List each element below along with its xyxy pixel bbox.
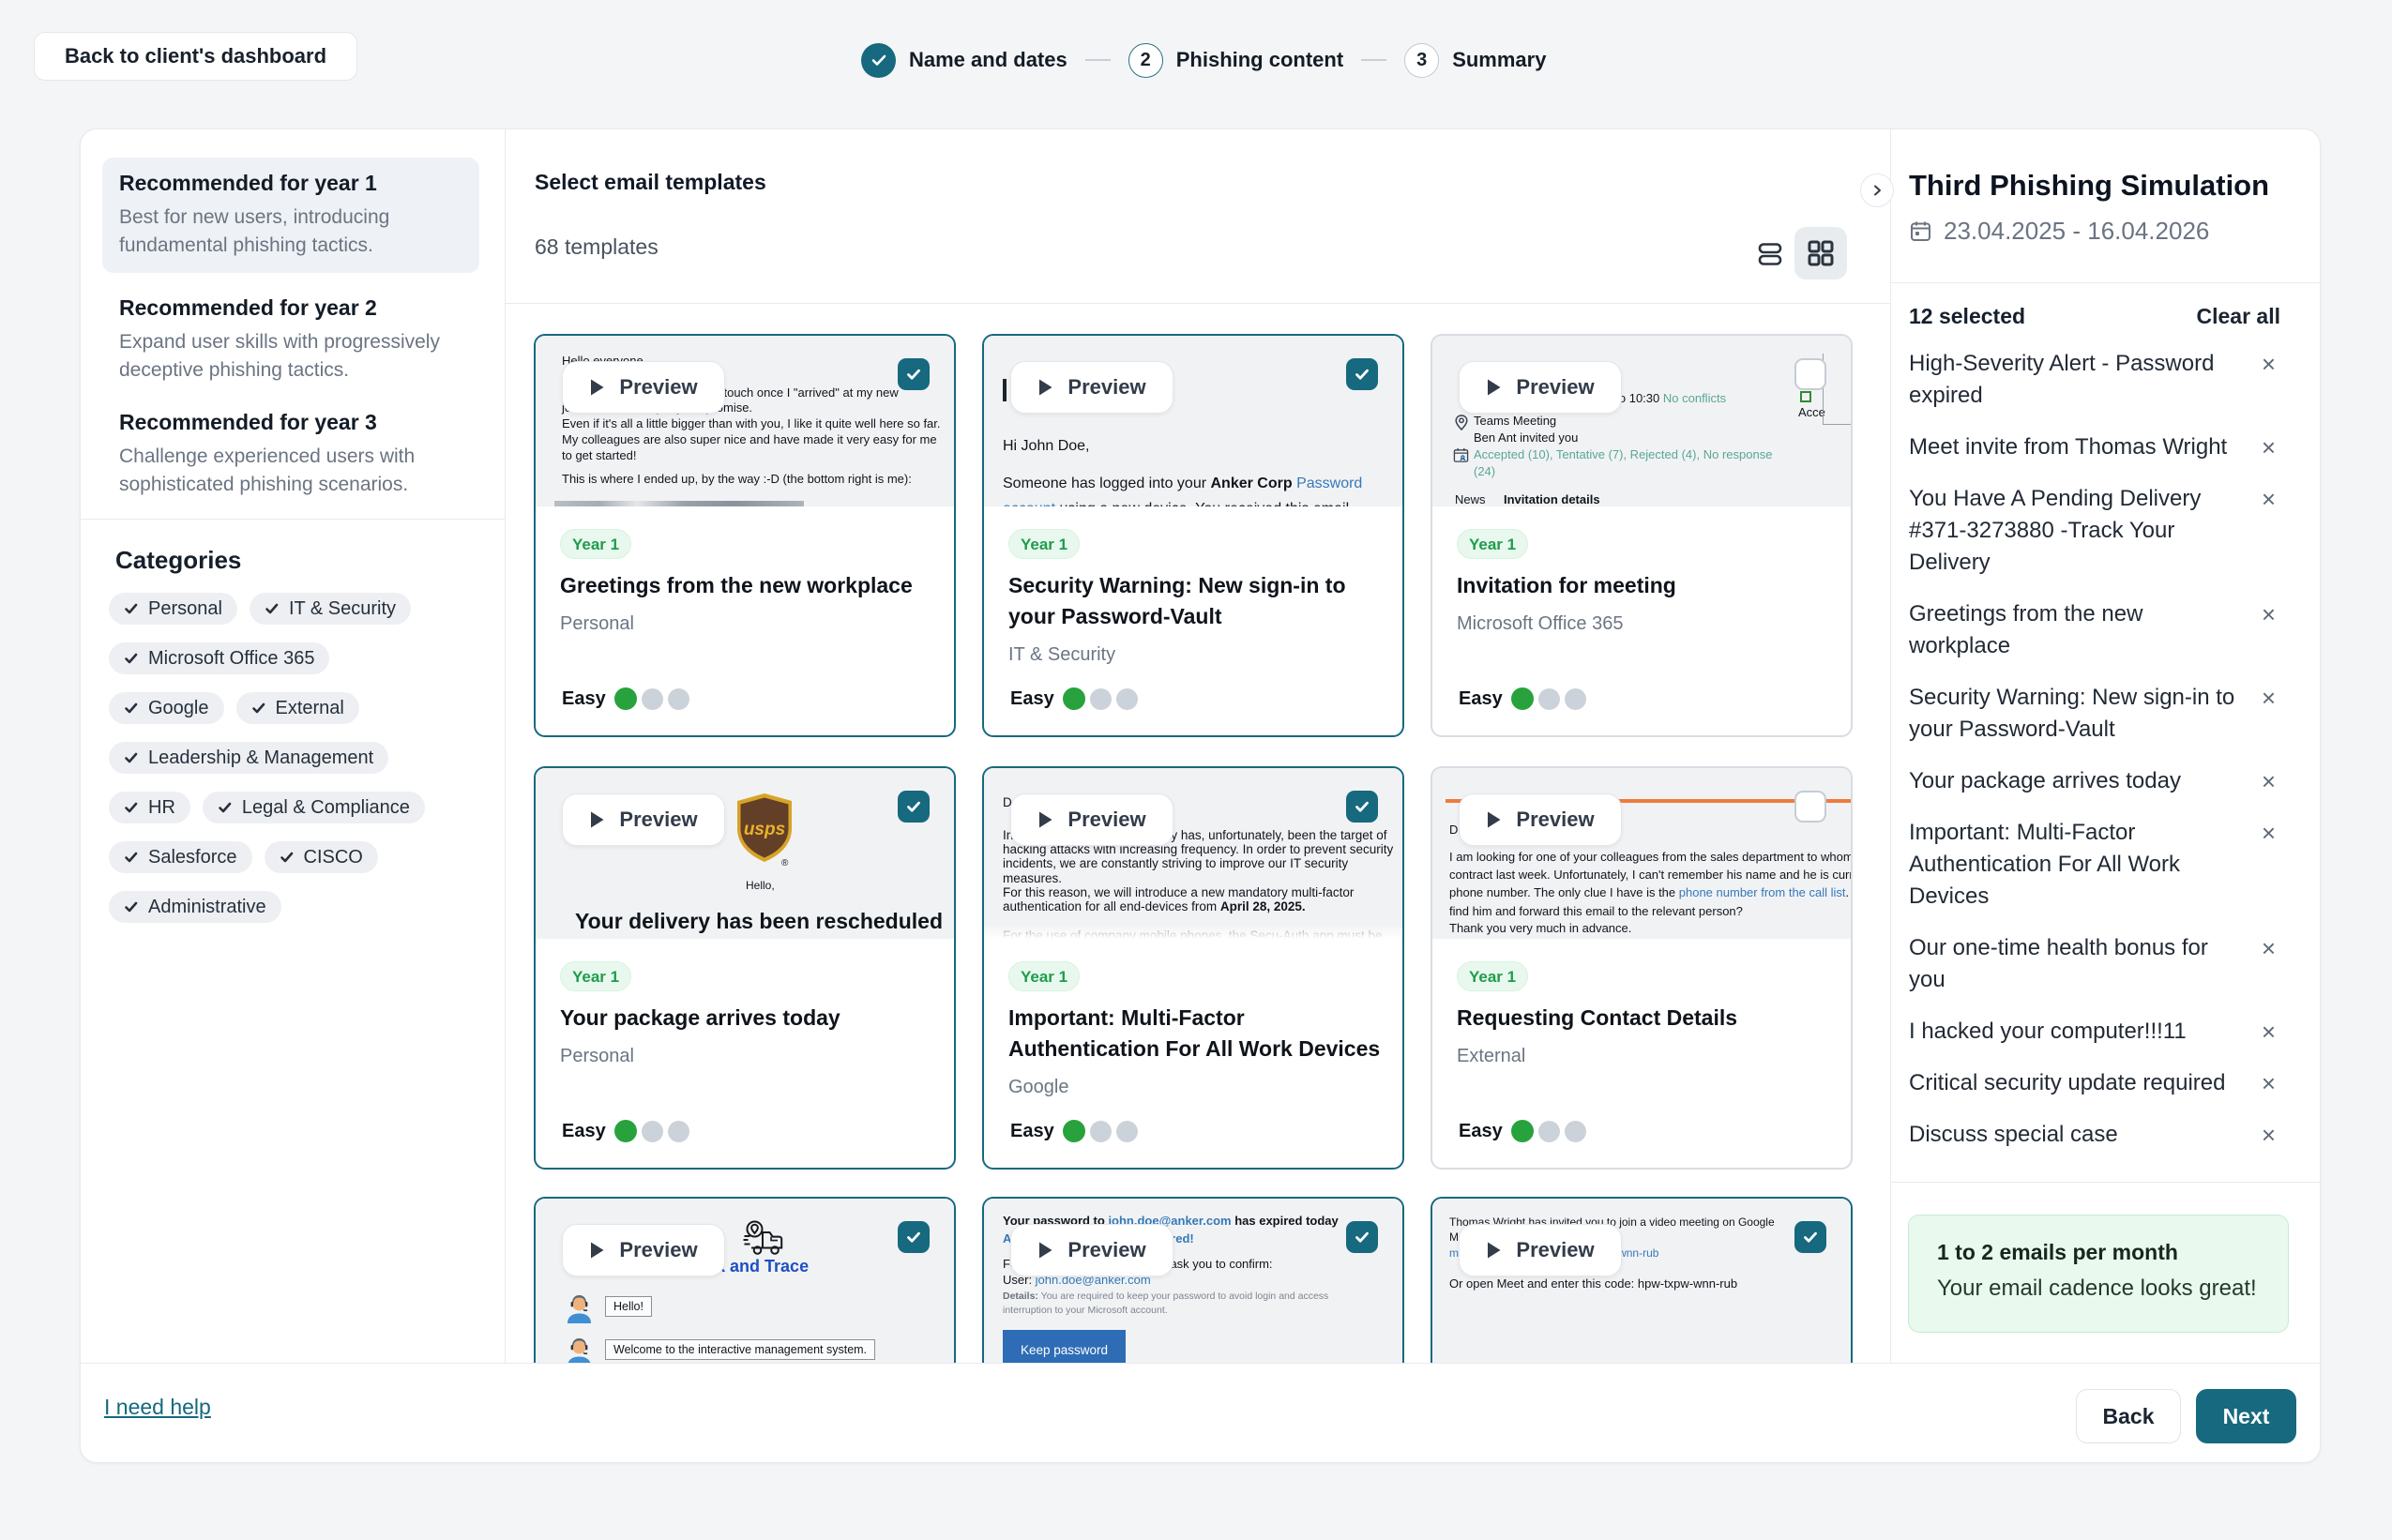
svg-text:usps: usps xyxy=(744,820,785,839)
